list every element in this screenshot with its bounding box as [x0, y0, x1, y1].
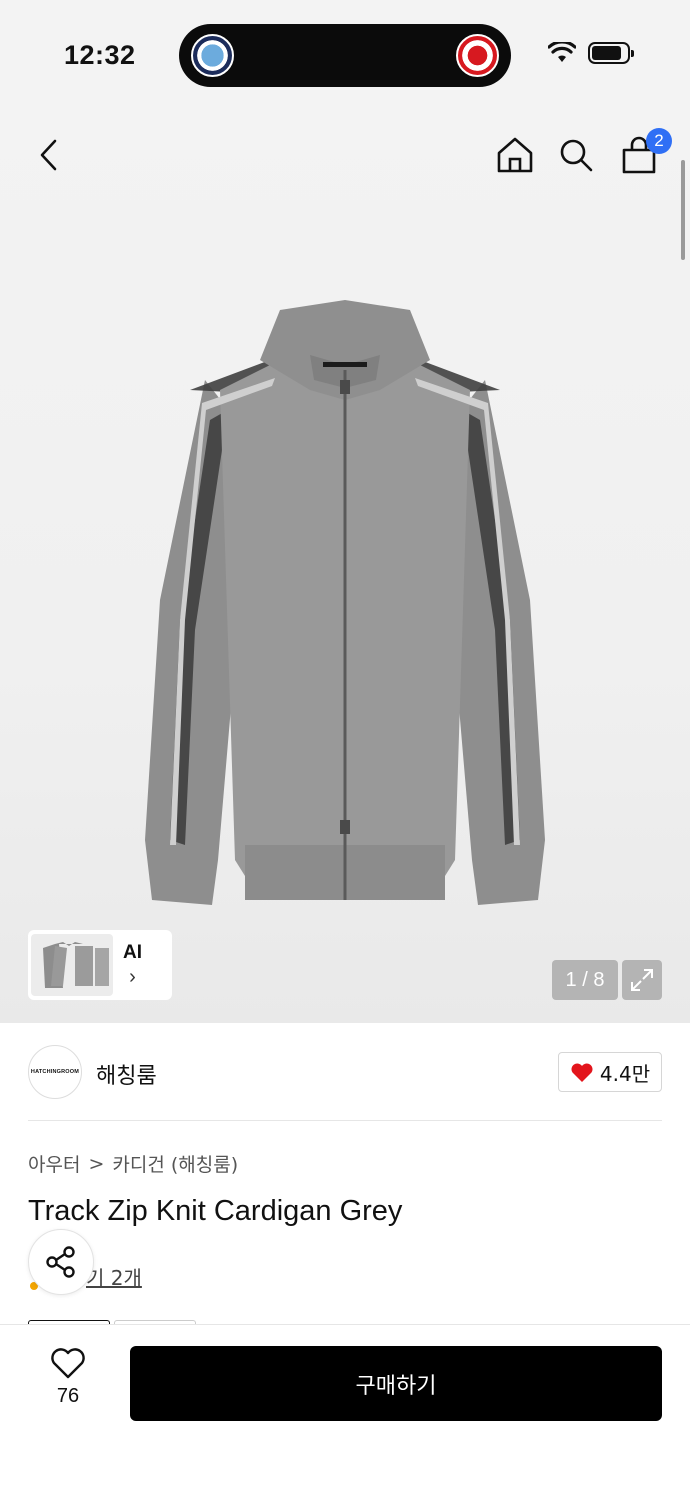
- top-nav: 2: [0, 110, 690, 200]
- ai-label: AI: [123, 941, 142, 963]
- brand-logo[interactable]: HATCHINGROOM: [28, 1045, 82, 1099]
- product-image: [145, 300, 545, 905]
- thumbnail-image[interactable]: [31, 934, 113, 996]
- scrollbar[interactable]: [681, 160, 685, 260]
- product-gallery[interactable]: 2 AI › 1 / 8: [0, 110, 690, 1023]
- divider: [28, 1120, 662, 1121]
- battery-icon: [588, 42, 634, 64]
- search-button[interactable]: [551, 130, 601, 180]
- club-crest-icon: [191, 34, 234, 77]
- breadcrumb: 아우터 > 카디건 (해칭룸): [28, 1150, 238, 1177]
- image-pager: 1 / 8: [552, 960, 618, 1000]
- brand-logo-text: HATCHINGROOM: [30, 1069, 80, 1075]
- home-button[interactable]: [490, 130, 540, 180]
- brand-like-button[interactable]: 4.4만: [558, 1052, 662, 1092]
- back-button[interactable]: [24, 130, 74, 180]
- back-icon: [40, 139, 57, 171]
- search-icon: [560, 139, 593, 172]
- status-icons: [548, 42, 634, 64]
- heart-outline-icon: [51, 1348, 85, 1379]
- cart-count-badge: 2: [646, 128, 672, 154]
- club-crest-icon: [456, 34, 499, 77]
- home-icon: [497, 137, 533, 173]
- share-button[interactable]: [28, 1229, 94, 1295]
- heart-filled-icon: [571, 1063, 593, 1082]
- brand-like-count: 4.4만: [599, 1061, 651, 1086]
- expand-button[interactable]: [622, 960, 662, 1000]
- thumbnail-cardigan-icon: [43, 942, 109, 988]
- bottom-action-bar: 76 구매하기: [0, 1324, 690, 1500]
- status-bar: 12:32: [0, 0, 690, 110]
- wishlist-button[interactable]: 76: [36, 1347, 100, 1408]
- dynamic-island: [179, 24, 511, 87]
- brand-name[interactable]: 해칭룸: [96, 1058, 157, 1090]
- chevron-right-icon: ›: [129, 965, 136, 988]
- wishlist-count: 76: [56, 1385, 80, 1407]
- breadcrumb-category[interactable]: 아우터: [28, 1150, 80, 1177]
- battery-level: [592, 46, 621, 60]
- status-time: 12:32: [64, 40, 136, 70]
- ai-button[interactable]: AI ›: [123, 942, 142, 989]
- cart-button[interactable]: 2: [614, 128, 672, 180]
- brand-row[interactable]: HATCHINGROOM 해칭룸 4.4만: [0, 1023, 690, 1121]
- buy-button[interactable]: 구매하기: [130, 1346, 662, 1421]
- share-icon: [46, 1246, 75, 1278]
- breadcrumb-subcategory[interactable]: 카디건 (해칭룸): [112, 1150, 238, 1177]
- thumbnail-strip[interactable]: AI ›: [28, 930, 172, 1000]
- product-title: Track Zip Knit Cardigan Grey: [28, 1195, 403, 1227]
- wifi-icon: [548, 42, 576, 62]
- breadcrumb-separator: >: [88, 1152, 105, 1175]
- expand-icon: [631, 969, 653, 991]
